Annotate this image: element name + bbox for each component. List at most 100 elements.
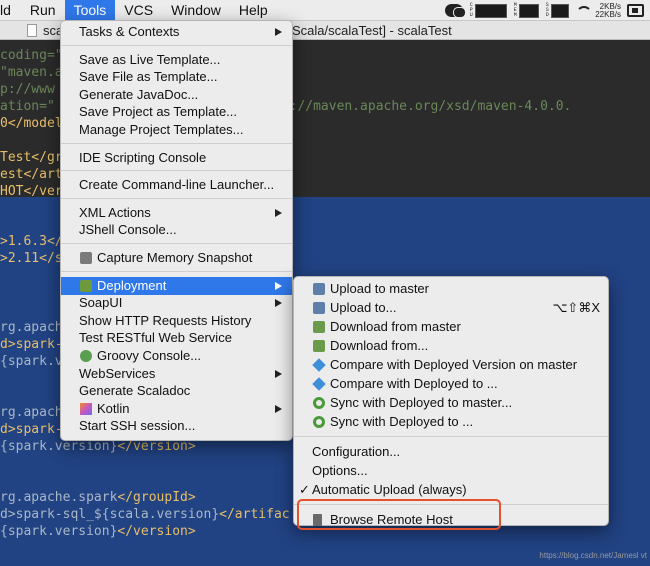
menu-item-label: Configuration... — [312, 444, 401, 459]
menu-item-label: Tasks & Contexts — [79, 24, 180, 39]
menu-tools[interactable]: Tools — [64, 0, 116, 21]
camera-icon — [80, 252, 92, 264]
menu-item-test-restful-web-service[interactable]: Test RESTful Web Service — [61, 329, 292, 347]
code-token: {spark.version} — [0, 524, 118, 539]
sync-icon — [313, 416, 325, 428]
code-token: </version> — [117, 439, 196, 454]
compare-icon — [312, 358, 326, 372]
menu-item-upload-to-master[interactable]: Upload to master — [294, 280, 608, 298]
wechat-icon[interactable] — [445, 4, 467, 18]
cpu-graph — [475, 3, 508, 18]
menu-help[interactable]: Help — [230, 0, 277, 21]
menu-item-label: Generate Scaladoc — [79, 383, 191, 399]
menu-item-label: Compare with Deployed to ... — [330, 376, 498, 391]
menu-item-create-command-line-launcher[interactable]: Create Command-line Launcher... — [61, 176, 292, 194]
code-token: est</art — [0, 167, 63, 182]
code-line: "maven.a — [0, 64, 63, 81]
menu-separator — [61, 170, 292, 172]
wifi-icon[interactable] — [575, 5, 593, 17]
menu-item-generate-scaladoc[interactable]: Generate Scaladoc — [61, 382, 292, 400]
menu-item-ide-scripting-console[interactable]: IDE Scripting Console — [61, 149, 292, 167]
code-token: ation=" — [0, 99, 55, 114]
menu-item-xml-actions[interactable]: XML Actions — [61, 204, 292, 222]
cpu-label: CPU — [469, 2, 473, 18]
menu-item-compare-with-deployed-to[interactable]: Compare with Deployed to ... — [294, 375, 608, 393]
menu-item-label: SoapUI — [79, 295, 123, 311]
menu-item-sync-with-deployed-to[interactable]: Sync with Deployed to ... — [294, 413, 608, 431]
code-token: coding=" — [0, 48, 63, 63]
menu-item-label: Automatic Upload (always) — [312, 482, 467, 497]
menu-item-compare-with-deployed-version-on-master[interactable]: Compare with Deployed Version on master — [294, 356, 608, 374]
menu-item-save-project-as-template[interactable]: Save Project as Template... — [61, 103, 292, 121]
menu-item-label: Upload to... — [330, 300, 397, 315]
mem-meter[interactable]: MEM — [513, 2, 540, 18]
ssd-meter[interactable]: SSD — [545, 3, 570, 18]
menu-item-generate-javadoc[interactable]: Generate JavaDoc... — [61, 86, 292, 104]
menu-item-save-as-live-template[interactable]: Save as Live Template... — [61, 51, 292, 69]
menu-item-start-ssh-session[interactable]: Start SSH session... — [61, 417, 292, 435]
status-tray: CPU MEM SSD 2KB/s 22KB/s — [445, 0, 644, 21]
menu-build[interactable]: ld — [0, 0, 21, 21]
code-line: d>spark-sql_${scala.version}</artifac — [0, 506, 290, 523]
code-line: d>spark- — [0, 336, 63, 353]
menu-item-label: XML Actions — [79, 204, 151, 220]
menu-item-configuration[interactable]: Configuration... — [294, 443, 608, 461]
menu-item-manage-project-templates[interactable]: Manage Project Templates... — [61, 121, 292, 139]
menu-item-download-from[interactable]: Download from... — [294, 337, 608, 355]
menu-item-automatic-upload-always[interactable]: ✓ Automatic Upload (always) — [294, 481, 608, 499]
menu-item-kotlin[interactable]: Kotlin — [61, 400, 292, 418]
menu-item-label: Compare with Deployed Version on master — [330, 357, 578, 372]
network-speed[interactable]: 2KB/s 22KB/s — [595, 2, 621, 19]
tools-menu: Tasks & Contexts Save as Live Template...… — [60, 20, 293, 441]
mem-graph — [519, 3, 540, 18]
code-token: >1.6.3</ — [0, 234, 63, 249]
download-icon — [313, 340, 325, 352]
menu-item-label: Sync with Deployed to master... — [330, 395, 513, 410]
code-line: Test</gr — [0, 149, 63, 166]
menu-item-label: Upload to master — [330, 281, 429, 296]
code-line: d>spark- — [0, 421, 63, 438]
menu-item-label: Start SSH session... — [79, 418, 196, 434]
menu-item-options[interactable]: Options... — [294, 462, 608, 480]
menu-item-show-http-requests-history[interactable]: Show HTTP Requests History — [61, 312, 292, 330]
menu-item-upload-to[interactable]: Upload to... ⌥⇧⌘X — [294, 299, 608, 317]
menu-separator — [61, 142, 292, 144]
menu-item-label: Groovy Console... — [97, 348, 202, 363]
menu-item-download-from-master[interactable]: Download from master — [294, 318, 608, 336]
net-down: 22KB/s — [595, 9, 621, 19]
menu-item-sync-with-deployed-to-master[interactable]: Sync with Deployed to master... — [294, 394, 608, 412]
menu-item-webservices[interactable]: WebServices — [61, 365, 292, 383]
menu-item-label: JShell Console... — [79, 222, 177, 238]
menu-item-label: Generate JavaDoc... — [79, 86, 199, 102]
code-line: >2.11</s — [0, 250, 63, 267]
menu-run[interactable]: Run — [21, 0, 65, 21]
code-token: >2.11</s — [0, 251, 63, 266]
code-token: d>spark- — [0, 422, 63, 437]
kotlin-icon — [80, 402, 92, 415]
menu-item-groovy-console[interactable]: Groovy Console... — [61, 347, 292, 365]
menu-shortcut: ⌥⇧⌘X — [552, 300, 600, 315]
menu-separator — [294, 436, 608, 437]
menu-item-label: Save Project as Template... — [79, 104, 238, 120]
screen-icon[interactable] — [627, 4, 644, 17]
cpu-meter[interactable]: CPU — [469, 2, 508, 18]
menu-item-capture-memory-snapshot[interactable]: Capture Memory Snapshot — [61, 249, 292, 267]
menu-item-soapui[interactable]: SoapUI — [61, 294, 292, 312]
menu-item-label: Create Command-line Launcher... — [79, 177, 275, 193]
code-token: </artifac — [219, 507, 290, 522]
menu-window[interactable]: Window — [162, 0, 230, 21]
menu-item-label: Test RESTful Web Service — [79, 330, 232, 346]
menu-vcs[interactable]: VCS — [115, 0, 162, 21]
code-token: "maven.a — [0, 65, 63, 80]
menu-item-tasks-contexts[interactable]: Tasks & Contexts — [61, 23, 292, 41]
watermark: https://blog.csdn.net/Jamesl vt — [539, 551, 647, 560]
download-icon — [313, 321, 325, 333]
code-token: {spark.version} — [0, 439, 118, 454]
code-token: p://www — [0, 82, 55, 97]
code-line: 0</model — [0, 115, 63, 132]
mem-label: MEM — [513, 2, 517, 18]
menu-separator — [61, 44, 292, 46]
menu-item-save-file-as-template[interactable]: Save File as Template... — [61, 68, 292, 86]
menu-item-jshell-console[interactable]: JShell Console... — [61, 221, 292, 239]
menu-item-deployment[interactable]: Deployment — [61, 276, 292, 295]
